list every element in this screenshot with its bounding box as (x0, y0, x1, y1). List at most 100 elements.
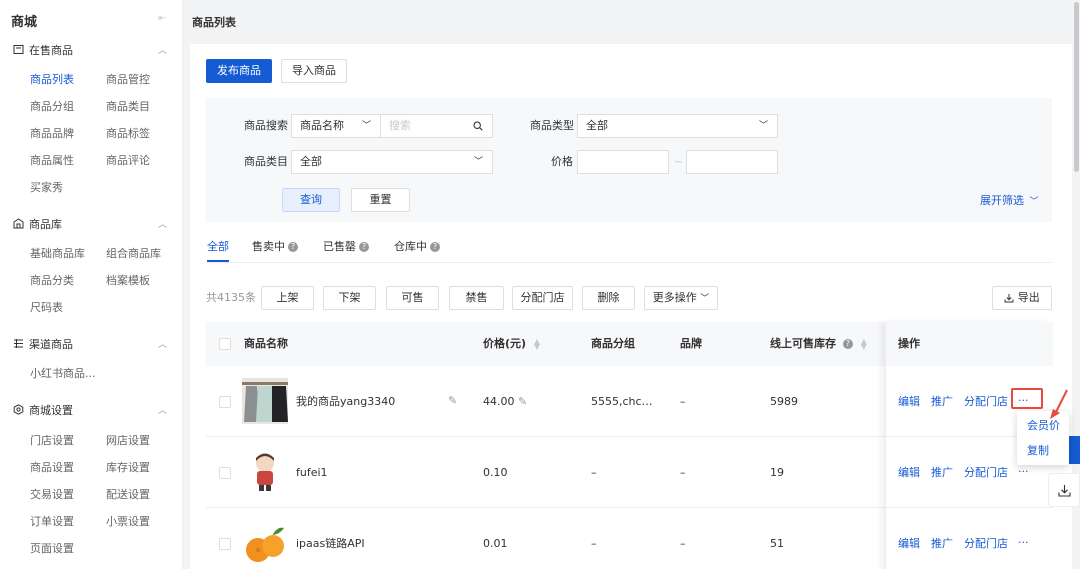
column-header-stock[interactable]: 线上可售库存 ? ▲ ▼ (770, 337, 867, 351)
more-ellipsis-button[interactable]: ··· (1018, 465, 1029, 479)
sidebar-item-size-chart[interactable]: 尺码表 (30, 301, 63, 315)
price-separator: ~ (674, 155, 684, 168)
query-button[interactable]: 查询 (282, 188, 340, 212)
sidebar-item-product-category[interactable]: 商品类目 (106, 100, 150, 114)
sidebar-item-xiaohongshu[interactable]: 小红书商品... (30, 367, 96, 381)
total-count: 共4135条 (206, 291, 256, 304)
scrollbar-thumb[interactable] (1074, 2, 1079, 172)
promote-link[interactable]: 推广 (931, 395, 953, 409)
product-brand: – (680, 466, 686, 479)
sidebar-group-mall-settings[interactable]: 商城设置 ︿ (0, 401, 183, 421)
product-brand: – (680, 537, 686, 550)
sidebar-group-library[interactable]: 商品库 ︿ (0, 215, 183, 235)
sidebar: 商城 ⇤ 在售商品 ︿ 商品列表 商品管控 商品分组 商品类目 商品品牌 商品标… (0, 0, 183, 569)
library-icon (13, 218, 24, 234)
row-checkbox[interactable] (219, 467, 231, 479)
sort-icon[interactable]: ▲ ▼ (534, 338, 540, 351)
price-label: 价格 (551, 155, 573, 168)
price-min-input[interactable] (577, 150, 669, 174)
sidebar-item-product-group[interactable]: 商品分组 (30, 100, 74, 114)
collapse-left-icon[interactable]: ⇤ (158, 13, 166, 24)
category-select[interactable]: 全部 ﹀ (291, 150, 493, 174)
product-name[interactable]: 我的商品yang3340 (296, 395, 395, 409)
copy-option[interactable]: 复制 (1027, 444, 1049, 458)
price-value: 44.00 (483, 395, 515, 408)
search-field-select[interactable]: 商品名称 ﹀ (291, 114, 381, 138)
type-select[interactable]: 全部 ﹀ (577, 114, 778, 138)
sidebar-item-delivery-settings[interactable]: 配送设置 (106, 488, 150, 502)
content-card: 发布商品 导入商品 商品搜索 商品名称 ﹀ 搜索 商品类型 全部 ﹀ 商品类目 (190, 44, 1072, 569)
edit-price-icon[interactable]: ✎ (518, 395, 527, 408)
sidebar-item-combo-library[interactable]: 组合商品库 (106, 247, 161, 261)
sidebar-item-product-class[interactable]: 商品分类 (30, 274, 74, 288)
promote-link[interactable]: 推广 (931, 466, 953, 480)
product-name[interactable]: fufei1 (296, 466, 328, 480)
assign-store-link[interactable]: 分配门店 (964, 395, 1008, 409)
product-name[interactable]: ipaas链路API (296, 537, 365, 551)
sidebar-group-channel[interactable]: 渠道商品 ︿ (0, 335, 183, 355)
sidebar-item-product-attr[interactable]: 商品属性 (30, 154, 74, 168)
sidebar-item-product-settings[interactable]: 商品设置 (30, 461, 74, 475)
tab-all[interactable]: 全部 (207, 239, 229, 255)
product-price: 0.10 (483, 466, 508, 479)
row-checkbox[interactable] (219, 538, 231, 550)
reset-button[interactable]: 重置 (351, 188, 410, 212)
unshelve-button[interactable]: 下架 (323, 286, 376, 310)
sidebar-group-label: 在售商品 (29, 44, 73, 57)
sidebar-item-basic-library[interactable]: 基础商品库 (30, 247, 85, 261)
chevron-down-icon: ﹀ (759, 121, 769, 131)
highlight-box (1011, 388, 1043, 409)
sidebar-item-shop-settings[interactable]: 网店设置 (106, 434, 150, 448)
more-ellipsis-button[interactable]: ··· (1018, 536, 1029, 550)
edit-link[interactable]: 编辑 (898, 466, 920, 480)
promote-link[interactable]: 推广 (931, 537, 953, 551)
edit-link[interactable]: 编辑 (898, 395, 920, 409)
sidebar-item-page-settings[interactable]: 页面设置 (30, 542, 74, 556)
publish-product-button[interactable]: 发布商品 (206, 59, 272, 83)
search-icon[interactable] (473, 115, 483, 137)
tab-sold-out[interactable]: 已售罄? (323, 239, 369, 255)
more-actions-dropdown[interactable]: 更多操作 ﹀ (644, 286, 718, 310)
search-input[interactable]: 搜索 (380, 114, 493, 138)
float-download-button[interactable] (1048, 473, 1080, 507)
price-max-input[interactable] (686, 150, 778, 174)
sort-icon[interactable]: ▲ ▼ (861, 338, 867, 351)
assign-store-button[interactable]: 分配门店 (512, 286, 573, 310)
expand-filter-link[interactable]: 展开筛选 ﹀ (980, 194, 1039, 209)
sidebar-item-buyer-show[interactable]: 买家秀 (30, 181, 63, 195)
channel-icon (13, 338, 24, 354)
sidebar-item-stock-settings[interactable]: 库存设置 (106, 461, 150, 475)
tab-on-sale[interactable]: 售卖中? (252, 239, 298, 255)
sidebar-item-product-list[interactable]: 商品列表 (30, 73, 74, 87)
select-all-checkbox[interactable] (219, 338, 231, 350)
sidebar-group-onsale[interactable]: 在售商品 ︿ (0, 41, 183, 61)
sidebar-item-product-review[interactable]: 商品评论 (106, 154, 150, 168)
type-label: 商品类型 (530, 119, 574, 132)
sidebar-item-trade-settings[interactable]: 交易设置 (30, 488, 74, 502)
sidebar-item-product-brand[interactable]: 商品品牌 (30, 127, 74, 141)
delete-button[interactable]: 删除 (582, 286, 635, 310)
ban-sale-button[interactable]: 禁售 (449, 286, 504, 310)
sidebar-item-order-settings[interactable]: 订单设置 (30, 515, 74, 529)
sidebar-item-receipt-settings[interactable]: 小票设置 (106, 515, 150, 529)
edit-link[interactable]: 编辑 (898, 537, 920, 551)
assign-store-link[interactable]: 分配门店 (964, 537, 1008, 551)
sidebar-item-product-tag[interactable]: 商品标签 (106, 127, 150, 141)
import-product-button[interactable]: 导入商品 (281, 59, 347, 83)
sidebar-group-label: 渠道商品 (29, 338, 73, 351)
sidebar-item-archive-template[interactable]: 档案模板 (106, 274, 150, 288)
type-value: 全部 (586, 119, 608, 132)
column-header-label: 价格(元) (483, 337, 527, 350)
chevron-up-icon: ︿ (158, 220, 168, 230)
assign-store-link[interactable]: 分配门店 (964, 466, 1008, 480)
sidebar-item-store-settings[interactable]: 门店设置 (30, 434, 74, 448)
export-button[interactable]: 导出 (992, 286, 1052, 310)
column-header-price[interactable]: 价格(元) ▲ ▼ (483, 337, 540, 351)
shelve-button[interactable]: 上架 (261, 286, 314, 310)
edit-name-icon[interactable]: ✎ (448, 394, 457, 408)
filter-panel: 商品搜索 商品名称 ﹀ 搜索 商品类型 全部 ﹀ 商品类目 全部 ﹀ 价格 ~ … (206, 98, 1052, 222)
sellable-button[interactable]: 可售 (386, 286, 439, 310)
tab-warehouse[interactable]: 仓库中? (394, 239, 440, 255)
sidebar-item-product-control[interactable]: 商品管控 (106, 73, 150, 87)
row-checkbox[interactable] (219, 396, 231, 408)
